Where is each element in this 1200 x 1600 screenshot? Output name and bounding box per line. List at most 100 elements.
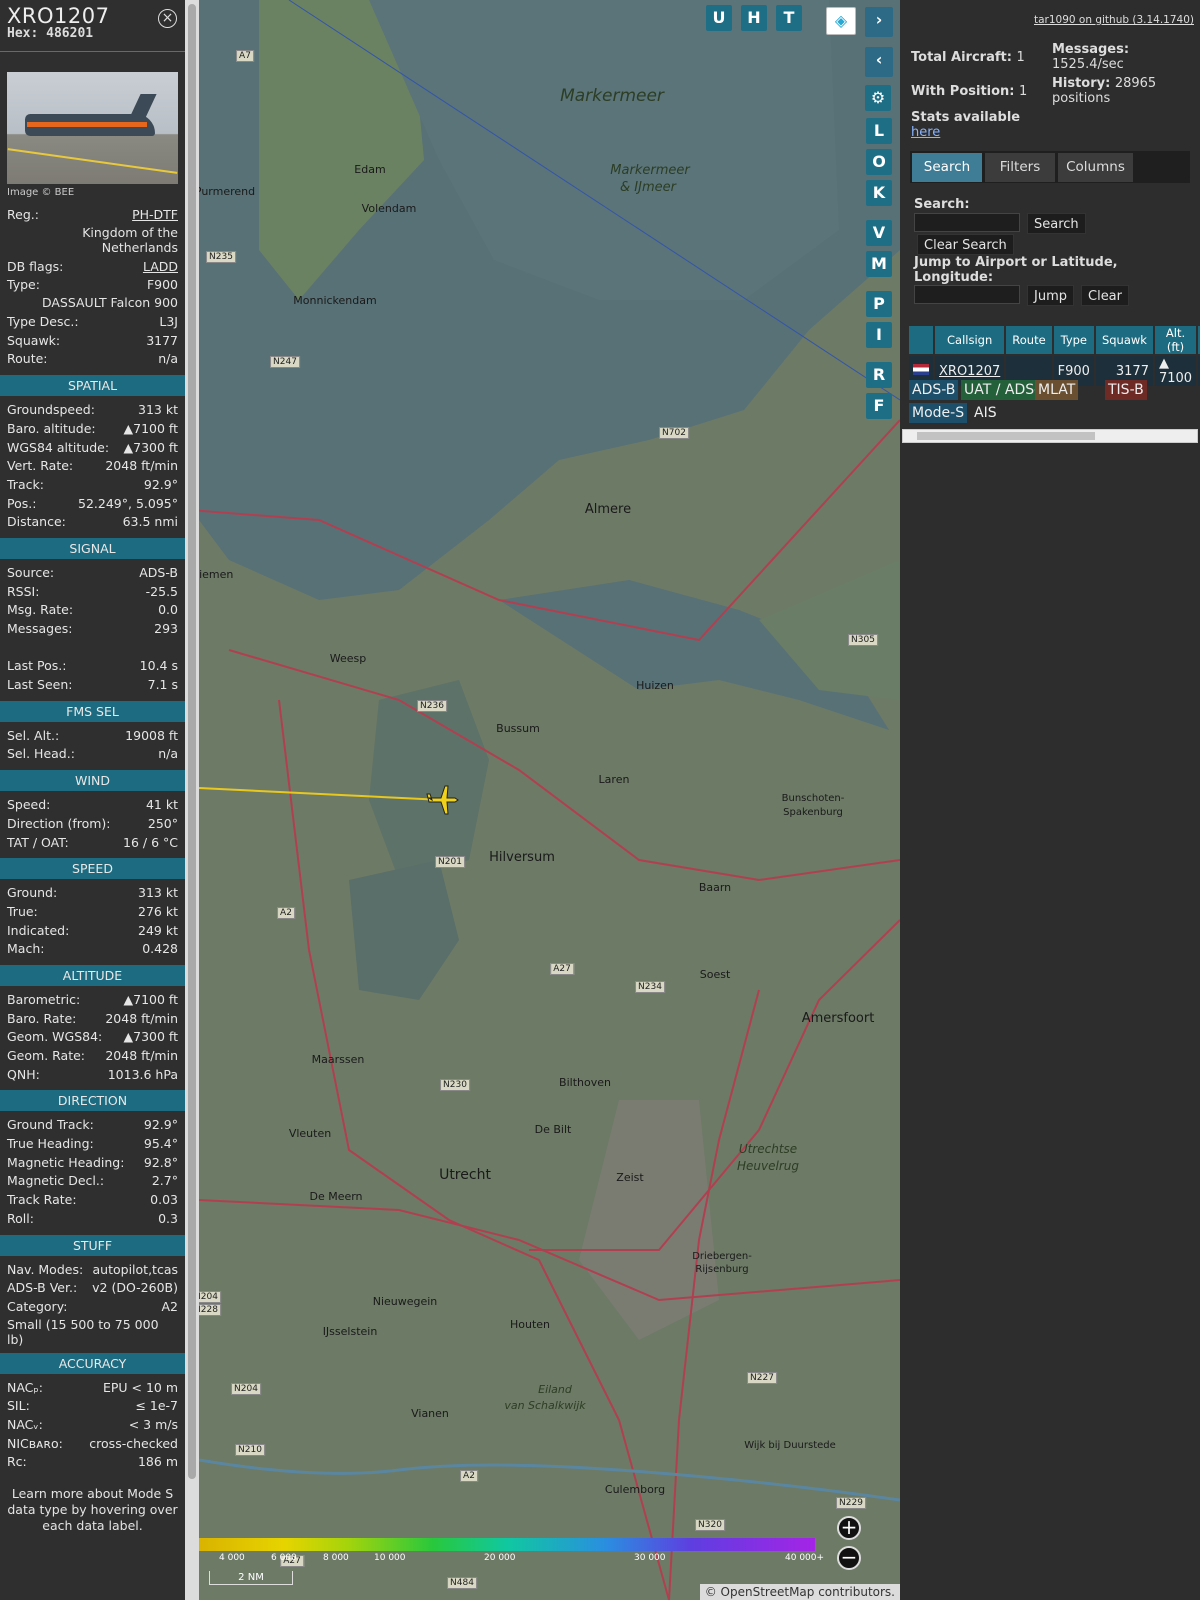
info-row: Baro. altitude: ▲7100 ft: [0, 420, 185, 439]
info-row: Ground Track: 92.9°: [0, 1116, 185, 1135]
map-place-label: Weesp: [329, 652, 367, 665]
aircraft-photo[interactable]: [7, 72, 178, 184]
info-row: Geom. Rate: 2048 ft/min: [0, 1047, 185, 1066]
map-button-v[interactable]: V: [866, 220, 892, 246]
column-header[interactable]: Squawk: [1095, 326, 1153, 354]
road-label: N210: [235, 1444, 265, 1456]
expand-right-icon[interactable]: ›: [865, 7, 893, 37]
search-label: Search:: [914, 197, 970, 212]
table-horizontal-scrollbar[interactable]: [902, 429, 1198, 443]
zoom-in-icon[interactable]: +: [837, 1516, 861, 1540]
column-header[interactable]: Alt. (ft): [1154, 326, 1197, 354]
section-header-wind[interactable]: WIND: [0, 770, 185, 792]
search-input[interactable]: [914, 213, 1020, 232]
info-row: Geom. WGS84: ▲7300 ft: [0, 1028, 185, 1047]
map-view[interactable]: Markermeer Markermeer & IJmeer Edam Volendam…: [199, 0, 900, 1600]
info-value: ADS-B: [139, 564, 178, 580]
history-stat: History: 28965 positions: [1052, 76, 1192, 106]
section-header-spatial[interactable]: SPATIAL: [0, 375, 185, 397]
info-value: 2.7°: [151, 1173, 178, 1189]
map-place-label: De Meern: [309, 1190, 363, 1203]
info-label: RSSI:: [7, 583, 40, 599]
tab-columns[interactable]: Columns: [1058, 153, 1133, 182]
info-label: Ground:: [7, 885, 58, 901]
with-position-value: 1: [1019, 84, 1028, 99]
road-label: A27: [550, 963, 574, 975]
info-label: Nav. Modes:: [7, 1261, 84, 1277]
scrollbar-thumb[interactable]: [188, 4, 196, 1479]
altitude-scale-label: 20 000: [484, 1553, 516, 1563]
section-header-fms-sel[interactable]: FMS SEL: [0, 700, 185, 722]
detail-link[interactable]: LADD: [143, 258, 178, 277]
column-header[interactable]: Route: [1006, 326, 1052, 354]
info-value: 0.3: [158, 1210, 178, 1226]
total-aircraft-label: Total Aircraft:: [911, 50, 1012, 65]
map-button-p[interactable]: P: [866, 291, 892, 317]
jump-input[interactable]: [914, 285, 1020, 304]
map-place-label: Bunschoten-: [781, 793, 845, 804]
tab-search[interactable]: Search: [912, 153, 982, 182]
road-label: N484: [447, 1577, 477, 1589]
section-header-stuff[interactable]: STUFF: [0, 1234, 185, 1256]
layers-icon[interactable]: ◈: [826, 7, 856, 35]
sidebar-scrollbar[interactable]: [185, 0, 199, 1600]
info-label: Roll:: [7, 1210, 34, 1226]
info-row: Ground: 313 kt: [0, 884, 185, 903]
info-value: 249 kt: [138, 922, 178, 938]
info-row: Pos.: 52.249°, 5.095°: [0, 495, 185, 514]
info-value: 313 kt: [138, 885, 178, 901]
column-header[interactable]: Type: [1053, 326, 1094, 354]
map-button-o[interactable]: O: [866, 149, 892, 175]
road-label: N236: [417, 700, 447, 712]
map-button-r[interactable]: R: [866, 362, 892, 388]
callsign-link[interactable]: XRO1207: [939, 364, 1000, 379]
close-icon[interactable]: ×: [158, 9, 177, 28]
section-header-direction[interactable]: DIRECTION: [0, 1090, 185, 1112]
clear-search-button[interactable]: Clear Search: [917, 234, 1014, 255]
info-row: True: 276 kt: [0, 903, 185, 922]
map-button-l[interactable]: L: [866, 118, 892, 144]
aircraft-table: CallsignRouteTypeSquawkAlt. (ft)Sp XRO12…: [907, 324, 1200, 388]
section-header-altitude[interactable]: ALTITUDE: [0, 964, 185, 986]
search-button[interactable]: Search: [1027, 213, 1086, 234]
github-link[interactable]: tar1090 on github (3.14.1740): [1034, 14, 1194, 26]
map-button-t[interactable]: T: [776, 5, 802, 31]
collapse-left-icon[interactable]: ‹: [865, 47, 893, 77]
map-button-u[interactable]: U: [706, 5, 732, 31]
horizontal-scroll-thumb[interactable]: [917, 432, 1095, 440]
info-label: SIL:: [7, 1398, 30, 1414]
section-header-accuracy[interactable]: ACCURACY: [0, 1352, 185, 1374]
section-header-speed[interactable]: SPEED: [0, 858, 185, 880]
tab-filters[interactable]: Filters: [985, 153, 1055, 182]
map-button-f[interactable]: F: [866, 393, 892, 419]
info-label: Last Pos.:: [7, 658, 67, 674]
map-button-i[interactable]: I: [866, 322, 892, 348]
info-row: Sel. Head.: n/a: [0, 745, 185, 764]
info-label: Msg. Rate:: [7, 602, 74, 618]
map-button-m[interactable]: M: [866, 251, 892, 277]
detail-multiline: DASSAULT Falcon 900: [41, 295, 178, 311]
info-label: NICʙᴀʀᴏ:: [7, 1435, 63, 1451]
map-place-label: Spakenburg: [783, 807, 843, 818]
map-button-h[interactable]: H: [741, 5, 767, 31]
jump-button[interactable]: Jump: [1027, 285, 1074, 306]
info-label: QNH:: [7, 1066, 40, 1082]
stats-here-link[interactable]: here: [911, 125, 940, 140]
detail-link[interactable]: PH-DTF: [132, 206, 178, 225]
info-row: Last Seen: 7.1 s: [0, 676, 185, 695]
map-place-label: Vianen: [411, 1407, 449, 1420]
section-header-signal[interactable]: SIGNAL: [0, 537, 185, 559]
source-chip: ADS-B: [909, 380, 959, 400]
clear-jump-button[interactable]: Clear: [1081, 285, 1129, 306]
info-value: v2 (DO-260B): [92, 1280, 178, 1296]
sections-list: SPATIAL Groundspeed: 313 kt Baro. altitude:…: [0, 375, 185, 1472]
info-label: Baro. Rate:: [7, 1010, 77, 1026]
column-header[interactable]: Callsign: [935, 326, 1005, 354]
map-place-label: Maarssen: [311, 1053, 365, 1066]
map-button-k[interactable]: K: [866, 180, 892, 206]
map-place-label: Driebergen-: [692, 1251, 752, 1262]
zoom-out-icon[interactable]: −: [837, 1546, 861, 1570]
detail-label: Reg.:: [7, 207, 39, 222]
settings-gear-icon[interactable]: ⚙: [865, 85, 891, 111]
map-place-label: Utrecht: [439, 1167, 491, 1183]
